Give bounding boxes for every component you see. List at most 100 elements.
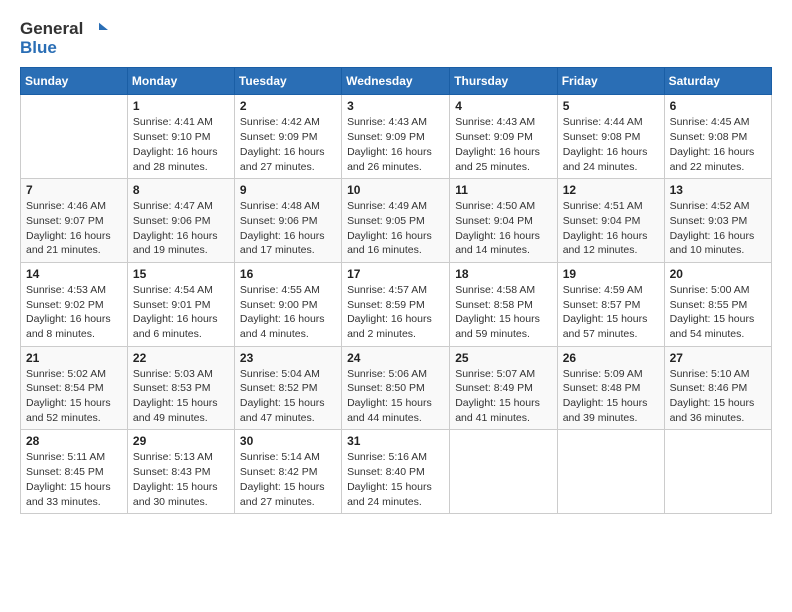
day-number: 25 (455, 351, 551, 365)
day-info: Sunrise: 4:43 AM Sunset: 9:09 PM Dayligh… (347, 115, 444, 174)
day-info: Sunrise: 5:16 AM Sunset: 8:40 PM Dayligh… (347, 450, 444, 509)
day-info: Sunrise: 4:53 AM Sunset: 9:02 PM Dayligh… (26, 283, 122, 342)
day-number: 22 (133, 351, 229, 365)
calendar-cell: 16 Sunrise: 4:55 AM Sunset: 9:00 PM Dayli… (234, 262, 341, 346)
day-number: 16 (240, 267, 336, 281)
day-info: Sunrise: 4:41 AM Sunset: 9:10 PM Dayligh… (133, 115, 229, 174)
calendar-cell: 23 Sunrise: 5:04 AM Sunset: 8:52 PM Dayli… (234, 346, 341, 430)
calendar-cell: 12 Sunrise: 4:51 AM Sunset: 9:04 PM Dayli… (557, 179, 664, 263)
page-header: General Blue (20, 20, 772, 57)
day-number: 7 (26, 183, 122, 197)
day-header-wednesday: Wednesday (342, 68, 450, 95)
calendar-cell: 7 Sunrise: 4:46 AM Sunset: 9:07 PM Daylig… (21, 179, 128, 263)
calendar-cell (450, 430, 557, 514)
calendar-cell: 6 Sunrise: 4:45 AM Sunset: 9:08 PM Daylig… (664, 95, 771, 179)
logo: General Blue (20, 20, 108, 57)
calendar-cell: 1 Sunrise: 4:41 AM Sunset: 9:10 PM Daylig… (127, 95, 234, 179)
day-info: Sunrise: 4:51 AM Sunset: 9:04 PM Dayligh… (563, 199, 659, 258)
day-header-friday: Friday (557, 68, 664, 95)
day-number: 21 (26, 351, 122, 365)
calendar-cell: 25 Sunrise: 5:07 AM Sunset: 8:49 PM Dayli… (450, 346, 557, 430)
calendar-cell (21, 95, 128, 179)
day-number: 27 (670, 351, 766, 365)
day-number: 29 (133, 434, 229, 448)
calendar-cell: 22 Sunrise: 5:03 AM Sunset: 8:53 PM Dayli… (127, 346, 234, 430)
day-number: 28 (26, 434, 122, 448)
day-number: 23 (240, 351, 336, 365)
day-number: 10 (347, 183, 444, 197)
day-info: Sunrise: 5:02 AM Sunset: 8:54 PM Dayligh… (26, 367, 122, 426)
calendar-cell: 13 Sunrise: 4:52 AM Sunset: 9:03 PM Dayli… (664, 179, 771, 263)
day-info: Sunrise: 4:42 AM Sunset: 9:09 PM Dayligh… (240, 115, 336, 174)
day-header-tuesday: Tuesday (234, 68, 341, 95)
calendar-cell: 21 Sunrise: 5:02 AM Sunset: 8:54 PM Dayli… (21, 346, 128, 430)
day-info: Sunrise: 5:11 AM Sunset: 8:45 PM Dayligh… (26, 450, 122, 509)
calendar-cell: 19 Sunrise: 4:59 AM Sunset: 8:57 PM Dayli… (557, 262, 664, 346)
calendar-cell: 24Sunrise: 5:06 AM Sunset: 8:50 PM Dayli… (342, 346, 450, 430)
logo-bird-icon (90, 21, 108, 39)
day-number: 6 (670, 99, 766, 113)
calendar-cell: 30 Sunrise: 5:14 AM Sunset: 8:42 PM Dayli… (234, 430, 341, 514)
calendar-cell: 15 Sunrise: 4:54 AM Sunset: 9:01 PM Dayli… (127, 262, 234, 346)
day-info: Sunrise: 4:49 AM Sunset: 9:05 PM Dayligh… (347, 199, 444, 258)
day-number: 13 (670, 183, 766, 197)
day-number: 5 (563, 99, 659, 113)
calendar-cell: 11Sunrise: 4:50 AM Sunset: 9:04 PM Dayli… (450, 179, 557, 263)
day-header-saturday: Saturday (664, 68, 771, 95)
day-info: Sunrise: 4:46 AM Sunset: 9:07 PM Dayligh… (26, 199, 122, 258)
calendar-cell: 4 Sunrise: 4:43 AM Sunset: 9:09 PM Daylig… (450, 95, 557, 179)
calendar-cell: 28 Sunrise: 5:11 AM Sunset: 8:45 PM Dayli… (21, 430, 128, 514)
day-number: 18 (455, 267, 551, 281)
day-info: Sunrise: 4:43 AM Sunset: 9:09 PM Dayligh… (455, 115, 551, 174)
day-info: Sunrise: 5:14 AM Sunset: 8:42 PM Dayligh… (240, 450, 336, 509)
day-info: Sunrise: 5:04 AM Sunset: 8:52 PM Dayligh… (240, 367, 336, 426)
calendar-cell: 29 Sunrise: 5:13 AM Sunset: 8:43 PM Dayli… (127, 430, 234, 514)
day-number: 8 (133, 183, 229, 197)
day-number: 19 (563, 267, 659, 281)
day-number: 31 (347, 434, 444, 448)
day-number: 4 (455, 99, 551, 113)
day-info: Sunrise: 5:03 AM Sunset: 8:53 PM Dayligh… (133, 367, 229, 426)
day-info: Sunrise: 4:45 AM Sunset: 9:08 PM Dayligh… (670, 115, 766, 174)
day-info: Sunrise: 4:55 AM Sunset: 9:00 PM Dayligh… (240, 283, 336, 342)
day-number: 14 (26, 267, 122, 281)
day-info: Sunrise: 4:52 AM Sunset: 9:03 PM Dayligh… (670, 199, 766, 258)
day-info: Sunrise: 4:57 AM Sunset: 8:59 PM Dayligh… (347, 283, 444, 342)
calendar-cell: 27 Sunrise: 5:10 AM Sunset: 8:46 PM Dayli… (664, 346, 771, 430)
day-info: Sunrise: 5:00 AM Sunset: 8:55 PM Dayligh… (670, 283, 766, 342)
day-info: Sunrise: 5:10 AM Sunset: 8:46 PM Dayligh… (670, 367, 766, 426)
day-info: Sunrise: 4:48 AM Sunset: 9:06 PM Dayligh… (240, 199, 336, 258)
calendar-cell (557, 430, 664, 514)
day-info: Sunrise: 5:07 AM Sunset: 8:49 PM Dayligh… (455, 367, 551, 426)
calendar-table: SundayMondayTuesdayWednesdayThursdayFrid… (20, 67, 772, 514)
calendar-cell: 9Sunrise: 4:48 AM Sunset: 9:06 PM Daylig… (234, 179, 341, 263)
day-number: 20 (670, 267, 766, 281)
calendar-cell (664, 430, 771, 514)
calendar-cell: 8 Sunrise: 4:47 AM Sunset: 9:06 PM Daylig… (127, 179, 234, 263)
day-number: 11 (455, 183, 551, 197)
day-info: Sunrise: 4:59 AM Sunset: 8:57 PM Dayligh… (563, 283, 659, 342)
day-number: 3 (347, 99, 444, 113)
day-info: Sunrise: 4:58 AM Sunset: 8:58 PM Dayligh… (455, 283, 551, 342)
day-info: Sunrise: 4:44 AM Sunset: 9:08 PM Dayligh… (563, 115, 659, 174)
logo-text: General Blue (20, 20, 108, 57)
calendar-cell: 26 Sunrise: 5:09 AM Sunset: 8:48 PM Dayli… (557, 346, 664, 430)
calendar-cell: 5 Sunrise: 4:44 AM Sunset: 9:08 PM Daylig… (557, 95, 664, 179)
day-info: Sunrise: 5:13 AM Sunset: 8:43 PM Dayligh… (133, 450, 229, 509)
day-number: 1 (133, 99, 229, 113)
day-header-monday: Monday (127, 68, 234, 95)
calendar-cell: 14 Sunrise: 4:53 AM Sunset: 9:02 PM Dayli… (21, 262, 128, 346)
day-number: 26 (563, 351, 659, 365)
day-number: 15 (133, 267, 229, 281)
calendar-cell: 10 Sunrise: 4:49 AM Sunset: 9:05 PM Dayli… (342, 179, 450, 263)
calendar-cell: 17Sunrise: 4:57 AM Sunset: 8:59 PM Dayli… (342, 262, 450, 346)
day-info: Sunrise: 4:54 AM Sunset: 9:01 PM Dayligh… (133, 283, 229, 342)
calendar-cell: 31 Sunrise: 5:16 AM Sunset: 8:40 PM Dayli… (342, 430, 450, 514)
day-info: Sunrise: 4:47 AM Sunset: 9:06 PM Dayligh… (133, 199, 229, 258)
day-header-thursday: Thursday (450, 68, 557, 95)
day-info: Sunrise: 5:09 AM Sunset: 8:48 PM Dayligh… (563, 367, 659, 426)
day-number: 30 (240, 434, 336, 448)
calendar-cell: 3 Sunrise: 4:43 AM Sunset: 9:09 PM Daylig… (342, 95, 450, 179)
day-number: 12 (563, 183, 659, 197)
day-number: 2 (240, 99, 336, 113)
